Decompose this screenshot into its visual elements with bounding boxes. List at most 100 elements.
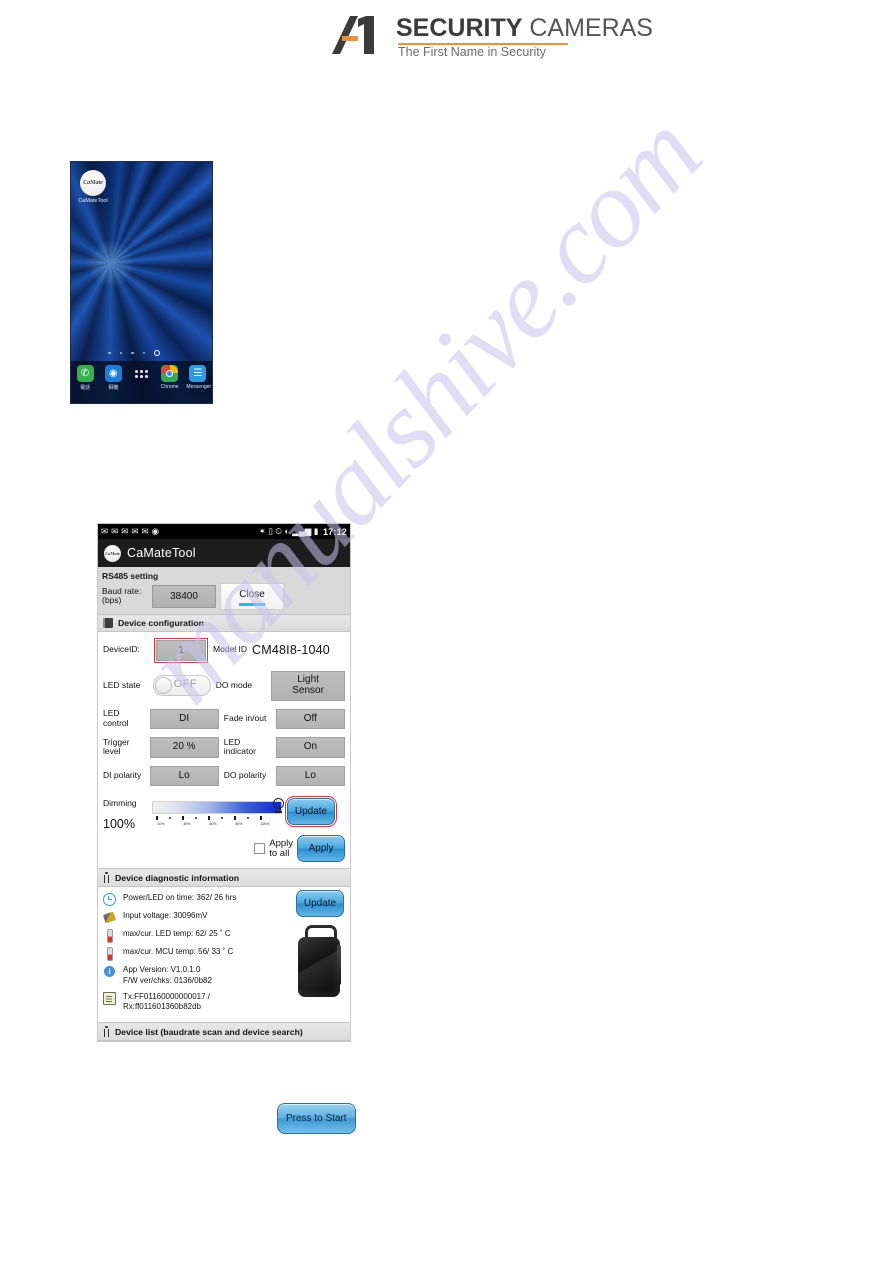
do-mode-button[interactable]: Light Sensor [271,670,345,701]
device-id-label: DeviceID: [103,644,140,655]
dock-label-chrome: Chrome [160,384,179,390]
dock-item-chrome[interactable]: Chrome [158,365,181,390]
dimming-slider-thumb[interactable] [273,798,284,814]
bulb-base [275,810,282,813]
tick-label: 100% [260,822,270,826]
tick-major [182,816,184,820]
led-control-label-line2: control [103,717,129,728]
dock-label-messenger: Messenger [186,384,212,390]
polarity-row: DI polarity Lo DO polarity Lo [103,765,345,786]
a1-logo-icon [332,16,374,54]
envelope-icon: ✉ [141,526,149,537]
dock-label-phone: 電話 [80,385,91,391]
do-polarity-label: DO polarity [223,769,267,780]
baud-rate-label: Baud rate: (bps) [102,586,148,606]
led-state-value: OFF [173,678,198,690]
brand-name-light: CAMERAS [522,14,653,42]
signal-icon: ▂▄▆ [292,526,312,537]
led-control-row: LED control DI Fade in/out Off [103,708,345,729]
close-button[interactable]: Close [220,583,284,610]
diagnostic-update-button[interactable]: Update [296,890,344,917]
voltage-icon [102,911,117,924]
bluetooth-icon: ✶ [258,526,266,537]
press-to-start-button[interactable]: Press to Start [277,1103,356,1134]
do-polarity-button[interactable]: Lo [275,765,345,786]
press-to-start-container: Press to Start [277,1103,356,1134]
fade-in-out-button[interactable]: Off [275,708,345,729]
device-product-image [294,923,344,998]
section-header-device-diagnostic[interactable]: Device diagnostic information [98,868,350,887]
diagnostic-text-mcu-temp: max/cur. MCU temp: 56/ 33 ˚ C [123,947,234,956]
trigger-level-label-line2: level [103,746,121,757]
page-dot [108,351,111,355]
device-id-input[interactable]: 1 [156,639,206,661]
status-bar: ✉ ✉ ✉ ✉ ✉ ◉ ✶ ▯ ⏲ ◐ ▂▄▆ ▮ 17:12 [98,524,350,539]
page-dot [142,351,145,355]
trigger-level-button[interactable]: 20 % [149,737,219,758]
device-diagnostic-title: Device diagnostic information [115,872,240,883]
tick-major [208,816,210,820]
email-icon: ✉ [111,526,119,537]
section-header-device-configuration[interactable]: Device configuration [98,613,350,632]
diagnostic-icon [103,872,110,883]
apps-grid-icon [133,365,150,382]
toggle-knob [154,677,172,694]
dock-item-phone[interactable]: ✆ 電話 [74,365,97,391]
led-state-toggle[interactable]: OFF [152,675,211,696]
mail-icon: ✉ [121,526,129,537]
diagnostic-text-input-voltage: Input voltage: 30096mV [123,911,208,920]
wifi-icon: ◐ [284,526,290,537]
camatetool-icon-text: CaMate [83,180,103,186]
trigger-level-row: Trigger level 20 % LED indicator On [103,737,345,758]
camera-icon: ◉ [104,365,122,382]
camatetool-logo-text: CaMate [105,550,120,556]
led-control-label-line1: LED [103,708,120,719]
tick-major [260,816,262,820]
di-polarity-button[interactable]: Lo [149,765,219,786]
apply-to-all-label-line2: to all [269,847,290,859]
dimming-update-button[interactable]: Update [285,796,337,827]
home-dock: ✆ 電話 ◉ 相機 Chrome ☰ Messenger [71,361,212,403]
camatetool-app-icon[interactable]: CaMate [80,170,106,196]
vibrate-icon: ▯ [268,526,273,537]
camatetool-app-label: CaMateTool [78,198,108,204]
tick-label: 20% [157,822,165,826]
led-control-button[interactable]: DI [149,708,219,729]
dimming-slider[interactable]: 20% 40% 60% 80% 100% [152,798,284,828]
dimming-slider-track[interactable] [152,801,282,814]
app-action-bar: CaMate CaMateTool [98,539,350,567]
apply-to-all-checkbox[interactable] [254,843,266,854]
do-mode-label: DO mode [215,679,253,690]
baud-rate-value-button[interactable]: 38400 [152,584,216,608]
apply-row: Apply to all Apply [98,831,350,868]
brand-name: SECURITY CAMERAS [396,14,653,43]
device-configuration-title: Device configuration [118,617,204,628]
page-dot [119,351,122,355]
device-list-title: Device list (baudrate scan and device se… [115,1026,303,1037]
app-version-line: App Version: V1.0.1.0 [123,965,201,974]
page-dot [131,351,134,355]
device-diagnostic-body: Update Power/LED on time: 362/ 26 hrs In… [98,887,350,1022]
device-configuration-body: DeviceID: 1 Model ID CM48I8-1040 LED sta… [98,632,350,799]
dimming-row: Dimming 100% 20% 40% 60% 80% 100% Update [98,796,350,831]
brand-header: SECURITY CAMERAS The First Name in Secur… [330,8,653,60]
led-state-row: LED state OFF DO mode Light Sensor [103,670,345,701]
dock-item-messenger[interactable]: ☰ Messenger [186,365,212,390]
message-icon: ✉ [101,526,109,537]
di-polarity-label: DI polarity [103,769,142,780]
dock-item-apps[interactable] [130,365,153,384]
diagnostic-text-log: Tx:FF01160000000017 / Rx:ff011601360b82d… [123,992,210,1014]
led-indicator-button[interactable]: On [275,737,345,758]
status-bar-clock: 17:12 [322,526,347,537]
status-bar-notifications: ✉ ✉ ✉ ✉ ✉ ◉ [101,527,259,536]
phone-icon: ✆ [76,365,94,382]
status-bar-system: ✶ ▯ ⏲ ◐ ▂▄▆ ▮ 17:12 [259,527,347,537]
device-body [298,937,340,997]
dock-item-camera[interactable]: ◉ 相機 [102,365,125,391]
apply-button[interactable]: Apply [297,835,345,862]
trigger-level-label: Trigger level [103,737,145,757]
led-indicator-label-line1: LED [223,736,241,747]
section-header-device-list[interactable]: Device list (baudrate scan and device se… [98,1022,350,1042]
app-title: CaMateTool [127,546,196,560]
battery-icon: ▮ [313,526,319,537]
